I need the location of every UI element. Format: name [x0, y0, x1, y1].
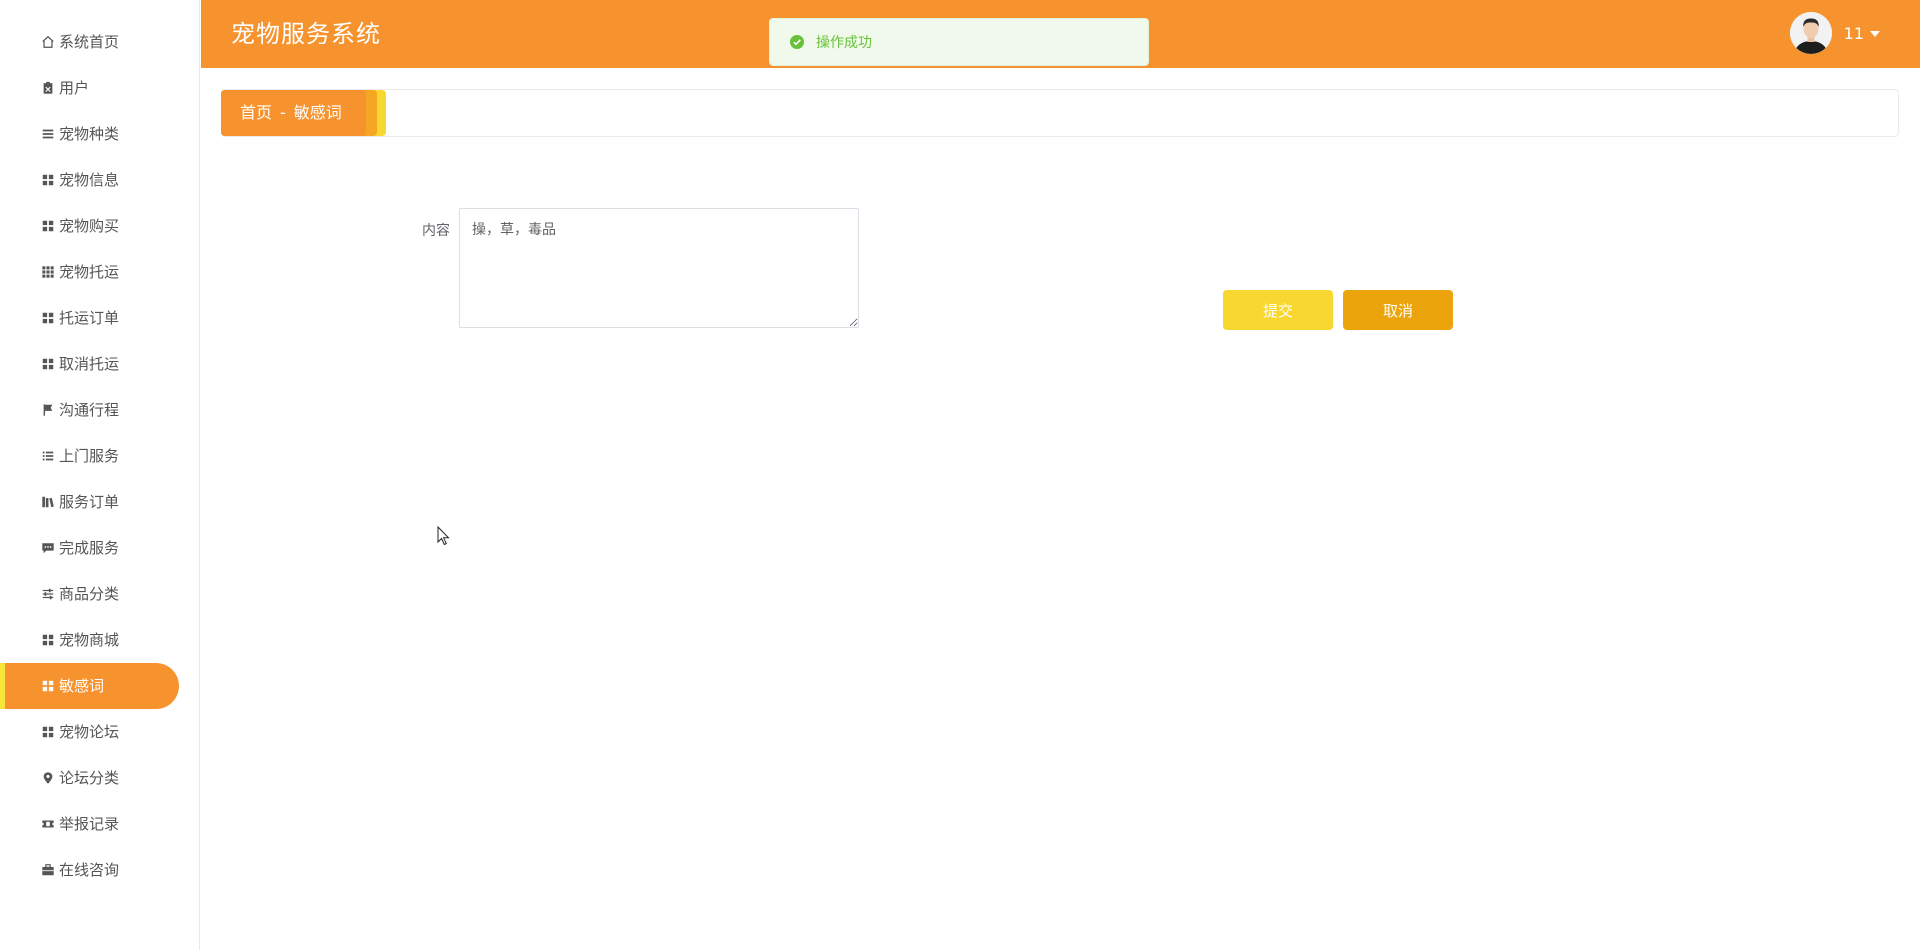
- breadcrumb-bar: 首页 - 敏感词: [221, 89, 1899, 137]
- grid-icon: [40, 679, 55, 694]
- sidebar-item-shipping-orders[interactable]: 托运订单: [0, 295, 199, 341]
- sidebar-item-label: 举报记录: [59, 815, 120, 833]
- sidebar-item-label: 在线咨询: [59, 861, 120, 879]
- cancel-button[interactable]: 取消: [1343, 290, 1453, 330]
- sidebar-item-sensitive-words[interactable]: 敏感词: [0, 663, 179, 709]
- sidebar-item-label: 沟通行程: [59, 401, 120, 419]
- briefcase-icon: [40, 863, 55, 878]
- sidebar-item-pet-shipping[interactable]: 宠物托运: [0, 249, 199, 295]
- flag-icon: [40, 403, 55, 418]
- sidebar-item-completed-service[interactable]: 完成服务: [0, 525, 199, 571]
- user-avatar-icon: [1789, 12, 1832, 54]
- books-icon: [40, 495, 55, 510]
- sidebar-item-label: 系统首页: [59, 33, 120, 51]
- sidebar-item-home-service[interactable]: 上门服务: [0, 433, 199, 479]
- sidebar-item-service-orders[interactable]: 服务订单: [0, 479, 199, 525]
- home-icon: [40, 35, 55, 50]
- sidebar-item-label: 服务订单: [59, 493, 120, 511]
- clipboard-icon: [40, 81, 55, 96]
- chevron-down-icon[interactable]: [1870, 31, 1880, 37]
- sidebar-item-label: 宠物商城: [59, 631, 120, 649]
- content-label: 内容: [422, 223, 450, 239]
- sidebar-item-label: 用户: [59, 79, 90, 97]
- comment-icon: [40, 541, 55, 556]
- grid-icon: [40, 357, 55, 372]
- sidebar-item-pet-category[interactable]: 宠物种类: [0, 111, 199, 157]
- sidebar-item-label: 宠物信息: [59, 171, 120, 189]
- sidebar-item-label: 托运订单: [59, 309, 120, 327]
- mouse-cursor-icon: [437, 526, 450, 546]
- sidebar-item-cancel-shipping[interactable]: 取消托运: [0, 341, 199, 387]
- breadcrumb-main: 首页 - 敏感词: [221, 90, 366, 136]
- username[interactable]: 11: [1844, 24, 1864, 43]
- bars-icon: [40, 127, 55, 142]
- success-toast: 操作成功: [769, 18, 1149, 66]
- sidebar-item-pet-purchase[interactable]: 宠物购买: [0, 203, 199, 249]
- sidebar-item-trip-communication[interactable]: 沟通行程: [0, 387, 199, 433]
- grid-icon: [40, 219, 55, 234]
- sidebar-item-label: 商品分类: [59, 585, 120, 603]
- sidebar-item-label: 宠物种类: [59, 125, 120, 143]
- sidebar-item-pet-mall[interactable]: 宠物商城: [0, 617, 199, 663]
- grid-icon: [40, 311, 55, 326]
- submit-button[interactable]: 提交: [1223, 290, 1333, 330]
- sidebar-item-label: 宠物购买: [59, 217, 120, 235]
- grid-icon: [40, 725, 55, 740]
- grid-icon: [40, 173, 55, 188]
- sidebar-item-label: 宠物论坛: [59, 723, 120, 741]
- breadcrumb-current: 敏感词: [293, 103, 342, 122]
- sidebar-item-pet-info[interactable]: 宠物信息: [0, 157, 199, 203]
- sidebar-item-label: 宠物托运: [59, 263, 120, 281]
- avatar[interactable]: [1789, 12, 1832, 54]
- sidebar-item-pet-forum[interactable]: 宠物论坛: [0, 709, 199, 755]
- breadcrumb-home-link[interactable]: 首页: [240, 103, 272, 122]
- list-icon: [40, 449, 55, 464]
- sidebar-item-label: 敏感词: [59, 677, 105, 695]
- sliders-icon: [40, 587, 55, 602]
- ticket-icon: [40, 817, 55, 832]
- sidebar-item-online-consult[interactable]: 在线咨询: [0, 847, 199, 893]
- check-circle-icon: [790, 35, 804, 49]
- sidebar-item-report-records[interactable]: 举报记录: [0, 801, 199, 847]
- sidebar-item-users[interactable]: 用户: [0, 65, 199, 111]
- sidebar-item-home[interactable]: 系统首页: [0, 19, 199, 65]
- breadcrumb-separator: -: [280, 103, 286, 122]
- sidebar-item-label: 上门服务: [59, 447, 120, 465]
- sidebar-item-product-category[interactable]: 商品分类: [0, 571, 199, 617]
- sidebar: 系统首页 用户 宠物种类 宠物信息 宠物购买 宠物托运 托运订单 取消托运 沟通…: [0, 0, 200, 950]
- grid-nine-icon: [40, 265, 55, 280]
- sidebar-item-label: 完成服务: [59, 539, 120, 557]
- grid-icon: [40, 633, 55, 648]
- sidebar-item-label: 取消托运: [59, 355, 120, 373]
- app-title: 宠物服务系统: [231, 20, 381, 48]
- content-textarea[interactable]: 操，草，毒品: [459, 208, 859, 328]
- map-pin-icon: [40, 771, 55, 786]
- sidebar-menu: 系统首页 用户 宠物种类 宠物信息 宠物购买 宠物托运 托运订单 取消托运 沟通…: [0, 0, 199, 893]
- sidebar-item-forum-category[interactable]: 论坛分类: [0, 755, 199, 801]
- toast-message: 操作成功: [816, 35, 872, 51]
- user-menu[interactable]: 11: [1789, 12, 1880, 54]
- sidebar-item-label: 论坛分类: [59, 769, 120, 787]
